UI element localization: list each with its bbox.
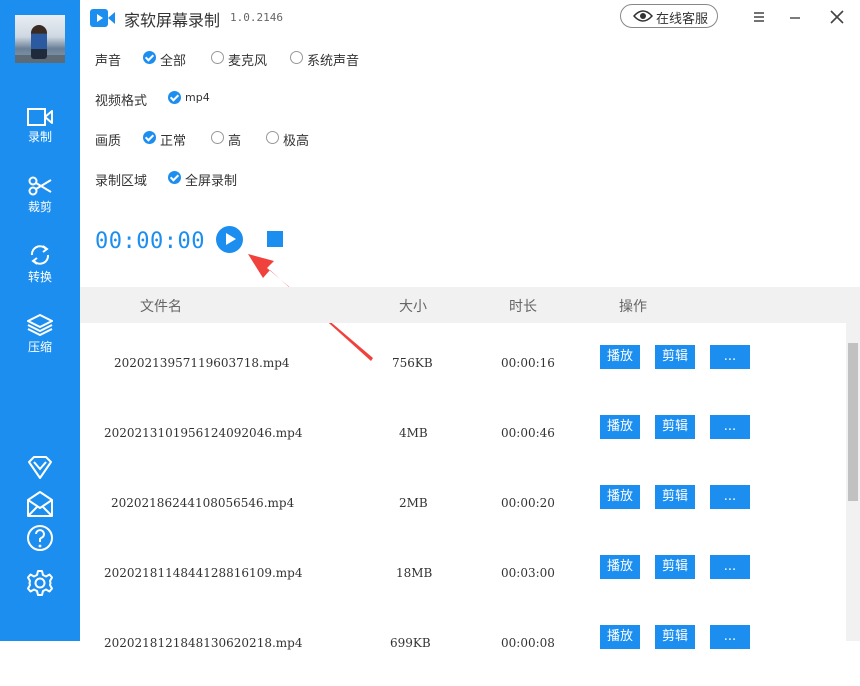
radio-checked-icon <box>143 131 156 144</box>
sidebar-item-record[interactable]: 录制 <box>0 108 80 145</box>
more-button[interactable]: ... <box>710 415 750 439</box>
area-label: 录制区域 <box>95 174 148 189</box>
sidebar-item-label: 裁剪 <box>27 200 52 214</box>
radio-icon <box>266 131 279 144</box>
more-button[interactable]: ... <box>710 485 750 509</box>
table-row: 2020213101956124092046.mp4 4MB 00:00:46 … <box>80 406 846 476</box>
sidebar: 录制 裁剪 转换 压缩 <box>0 0 80 641</box>
file-name: 2020218114844128816109.mp4 <box>104 566 303 580</box>
edit-button[interactable]: 剪辑 <box>655 415 695 439</box>
sidebar-item-convert[interactable]: 转换 <box>0 244 80 285</box>
column-header-actions: 操作 <box>619 299 647 315</box>
app-title: 家软屏幕录制 <box>124 11 221 30</box>
file-name: 2020218121848130620218.mp4 <box>104 636 303 650</box>
table-row: 2020213957119603718.mp4 756KB 00:00:16 播… <box>80 336 846 406</box>
edit-button[interactable]: 剪辑 <box>655 485 695 509</box>
file-size: 2MB <box>399 496 428 510</box>
file-name: 20202186244108056546.mp4 <box>111 496 295 510</box>
more-button[interactable]: ... <box>710 345 750 369</box>
file-duration: 00:00:20 <box>501 496 555 510</box>
minimize-icon[interactable] <box>784 6 806 28</box>
sidebar-item-label: 转换 <box>27 270 52 284</box>
radio-icon <box>211 51 224 64</box>
title-bar: 家软屏幕录制 1.0.2146 在线客服 <box>80 0 860 36</box>
play-button[interactable]: 播放 <box>600 415 640 439</box>
table-row: 2020218114844128816109.mp4 18MB 00:03:00… <box>80 546 846 616</box>
close-icon[interactable] <box>826 6 848 28</box>
file-list-header: 文件名 大小 时长 操作 <box>80 287 860 323</box>
play-button[interactable]: 播放 <box>600 555 640 579</box>
edit-button[interactable]: 剪辑 <box>655 345 695 369</box>
file-size: 18MB <box>396 566 433 580</box>
scissors-icon <box>28 176 52 196</box>
table-row: 20202186244108056546.mp4 2MB 00:00:20 播放… <box>80 476 846 546</box>
play-button[interactable]: 播放 <box>600 625 640 649</box>
edit-button[interactable]: 剪辑 <box>655 625 695 649</box>
avatar[interactable] <box>15 15 65 63</box>
file-name: 2020213101956124092046.mp4 <box>104 426 303 440</box>
convert-icon <box>30 245 50 265</box>
table-row: 2020218121848130620218.mp4 699KB 00:00:0… <box>80 616 846 686</box>
file-duration: 00:00:16 <box>501 356 555 370</box>
help-icon[interactable] <box>25 523 55 553</box>
sidebar-item-label: 压缩 <box>27 340 52 354</box>
file-duration: 00:00:08 <box>501 636 555 650</box>
compress-icon <box>27 314 53 336</box>
scrollbar-thumb[interactable] <box>848 343 858 501</box>
column-header-size: 大小 <box>399 299 427 315</box>
file-name: 2020213957119603718.mp4 <box>114 356 290 370</box>
file-size: 699KB <box>390 636 431 650</box>
customer-service-button[interactable]: 在线客服 <box>620 4 718 28</box>
radio-checked-icon <box>143 51 156 64</box>
column-header-name: 文件名 <box>140 299 182 315</box>
format-label: 视频格式 <box>95 94 148 109</box>
file-duration: 00:00:46 <box>501 426 555 440</box>
vip-diamond-icon[interactable] <box>25 453 55 483</box>
radio-icon <box>290 51 303 64</box>
sidebar-item-compress[interactable]: 压缩 <box>0 314 80 355</box>
app-logo-icon <box>90 9 115 27</box>
eye-icon <box>633 10 653 22</box>
record-timer: 00:00:00 <box>95 229 205 254</box>
radio-checked-icon <box>168 91 181 104</box>
mail-icon[interactable] <box>25 489 55 519</box>
record-icon <box>27 108 53 126</box>
sidebar-item-trim[interactable]: 裁剪 <box>0 176 80 215</box>
file-size: 756KB <box>392 356 433 370</box>
radio-icon <box>211 131 224 144</box>
sidebar-item-label: 录制 <box>27 130 52 144</box>
file-duration: 00:03:00 <box>501 566 555 580</box>
app-version: 1.0.2146 <box>230 11 283 24</box>
settings-icon[interactable] <box>25 568 55 598</box>
menu-icon[interactable] <box>748 6 770 28</box>
radio-checked-icon <box>168 171 181 184</box>
play-button[interactable]: 播放 <box>600 485 640 509</box>
audio-label: 声音 <box>95 54 122 69</box>
file-list-scrollbar[interactable] <box>846 323 860 641</box>
more-button[interactable]: ... <box>710 555 750 579</box>
edit-button[interactable]: 剪辑 <box>655 555 695 579</box>
column-header-duration: 时长 <box>509 299 537 315</box>
play-button[interactable]: 播放 <box>600 345 640 369</box>
quality-label: 画质 <box>95 134 122 149</box>
file-size: 4MB <box>399 426 428 440</box>
more-button[interactable]: ... <box>710 625 750 649</box>
